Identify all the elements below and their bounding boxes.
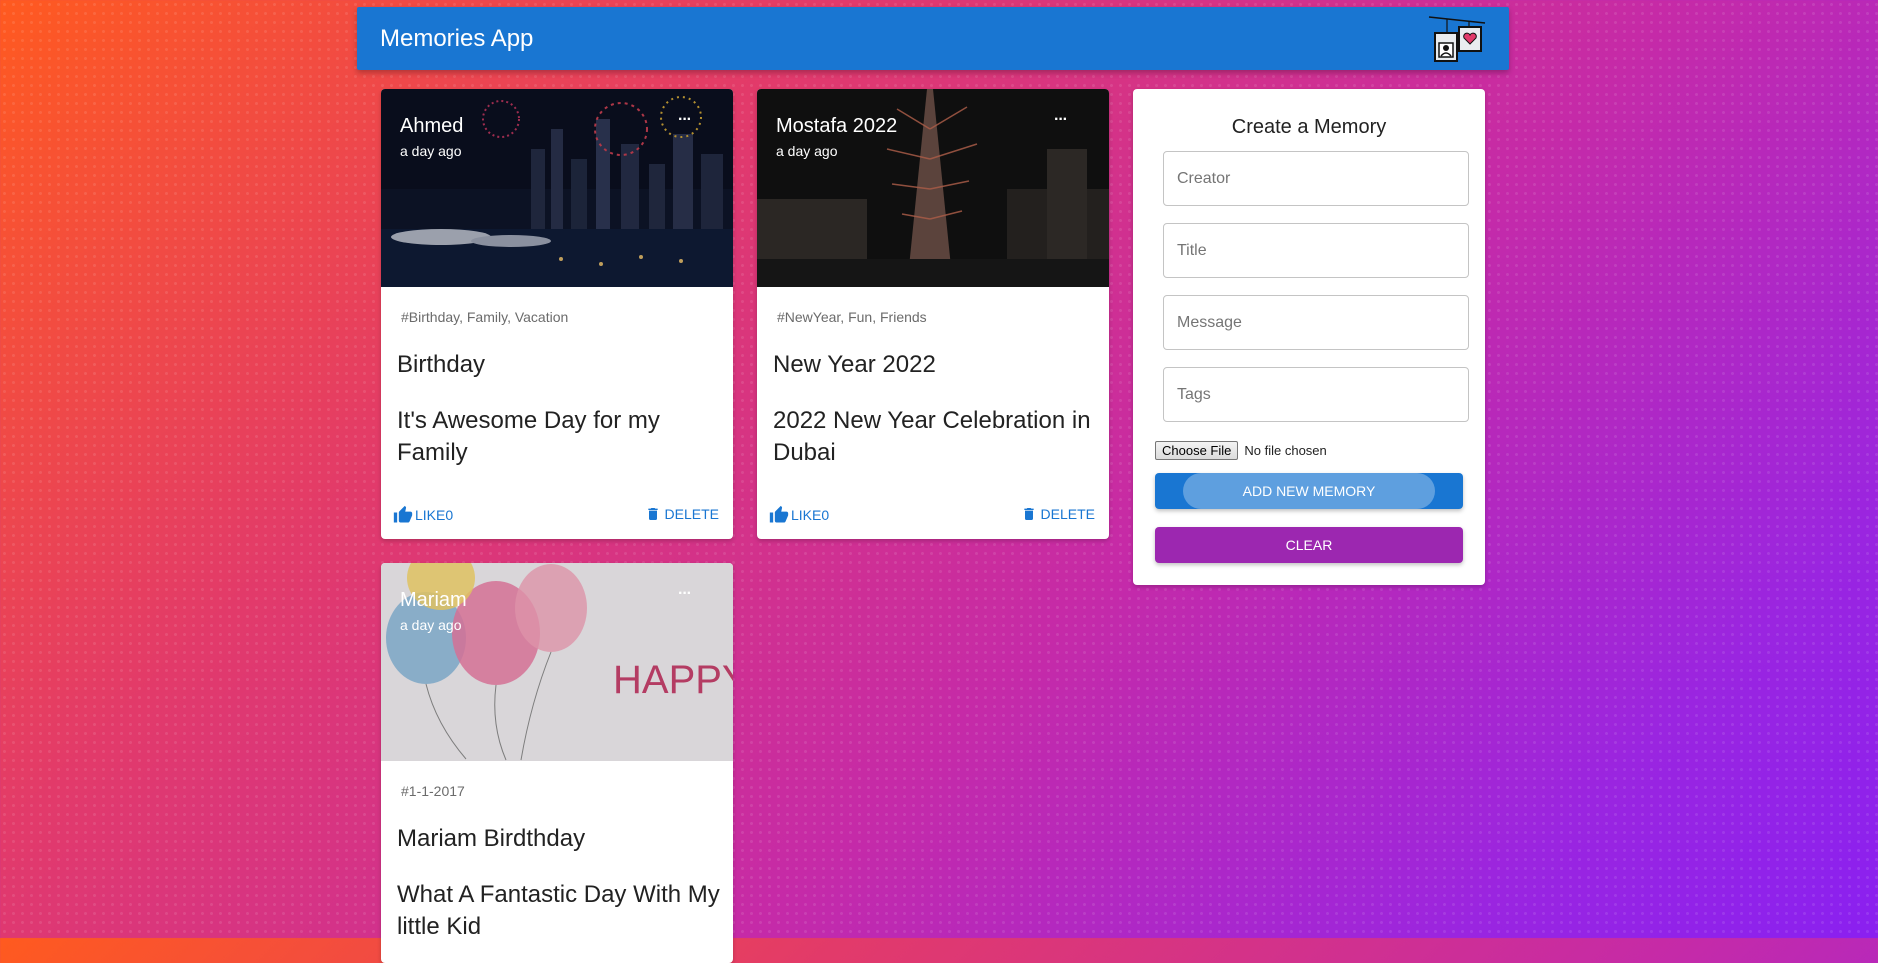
post-tags: #1-1-2017	[401, 783, 465, 799]
delete-label: DELETE	[1040, 506, 1095, 522]
trash-icon	[1023, 508, 1034, 520]
delete-label: DELETE	[664, 506, 719, 522]
memory-card: HAPPY BIRTHDAY! Mariam a day ago ··· #1-…	[381, 563, 733, 963]
trash-icon	[647, 508, 658, 520]
post-creator: Mariam	[400, 589, 467, 611]
memory-card: Mostafa 2022 a day ago ··· #NewYear, Fun…	[757, 89, 1109, 539]
app-bar: Memories App	[357, 7, 1509, 70]
post-title: New Year 2022	[773, 351, 936, 378]
memory-image: Ahmed a day ago ···	[381, 89, 733, 287]
message-field[interactable]	[1163, 295, 1469, 350]
memory-card: Ahmed a day ago ··· #Birthday, Family, V…	[381, 89, 733, 539]
file-input: Choose File No file chosen	[1155, 441, 1327, 460]
tags-field[interactable]	[1163, 367, 1469, 422]
more-options-button[interactable]: ···	[678, 111, 692, 129]
more-options-button[interactable]: ···	[678, 585, 692, 603]
delete-button[interactable]: DELETE	[645, 505, 719, 523]
thumb-up-icon	[393, 505, 413, 523]
title-input[interactable]	[1164, 224, 1468, 277]
memory-image: Mostafa 2022 a day ago ···	[757, 89, 1109, 287]
create-memory-form: Create a Memory Choose File No file chos…	[1133, 89, 1485, 585]
more-options-button[interactable]: ···	[1054, 111, 1068, 129]
post-title: Birthday	[397, 351, 486, 378]
like-label: LIKE0	[415, 507, 454, 523]
creator-field[interactable]	[1163, 151, 1469, 206]
post-message: It's Awesome Day for my Family	[397, 407, 660, 466]
delete-button[interactable]: DELETE	[1021, 505, 1095, 523]
like-button[interactable]: LIKE0	[393, 505, 453, 525]
add-memory-button[interactable]: ADD NEW MEMORY	[1155, 473, 1463, 509]
post-tags: #NewYear, Fun, Friends	[777, 309, 927, 325]
memory-image: HAPPY BIRTHDAY! Mariam a day ago ···	[381, 563, 733, 761]
creator-input[interactable]	[1164, 152, 1468, 205]
choose-file-button[interactable]: Choose File	[1155, 441, 1239, 460]
post-title: Mariam Birdthday	[397, 825, 586, 852]
like-button[interactable]: LIKE0	[769, 505, 829, 525]
clear-label: CLEAR	[1285, 537, 1333, 553]
post-creator: Ahmed	[400, 115, 464, 137]
thumb-up-icon	[769, 505, 789, 523]
clear-button[interactable]: CLEAR	[1155, 527, 1463, 563]
post-message: What A Fantastic Day With My little Kid	[397, 881, 720, 940]
post-time: a day ago	[400, 143, 462, 159]
title-field[interactable]	[1163, 223, 1469, 278]
post-message: 2022 New Year Celebration in Dubai	[773, 407, 1091, 466]
memories-logo-icon	[1428, 16, 1486, 62]
add-memory-label: ADD NEW MEMORY	[1242, 483, 1376, 499]
post-time: a day ago	[776, 143, 838, 159]
message-input[interactable]	[1164, 296, 1468, 349]
post-creator: Mostafa 2022	[776, 115, 898, 137]
app-title: Memories App	[380, 25, 534, 52]
tags-input[interactable]	[1164, 368, 1468, 421]
like-label: LIKE0	[791, 507, 830, 523]
post-tags: #Birthday, Family, Vacation	[401, 309, 569, 325]
form-title: Create a Memory	[1231, 116, 1387, 138]
post-time: a day ago	[400, 617, 462, 633]
file-status: No file chosen	[1244, 443, 1327, 458]
